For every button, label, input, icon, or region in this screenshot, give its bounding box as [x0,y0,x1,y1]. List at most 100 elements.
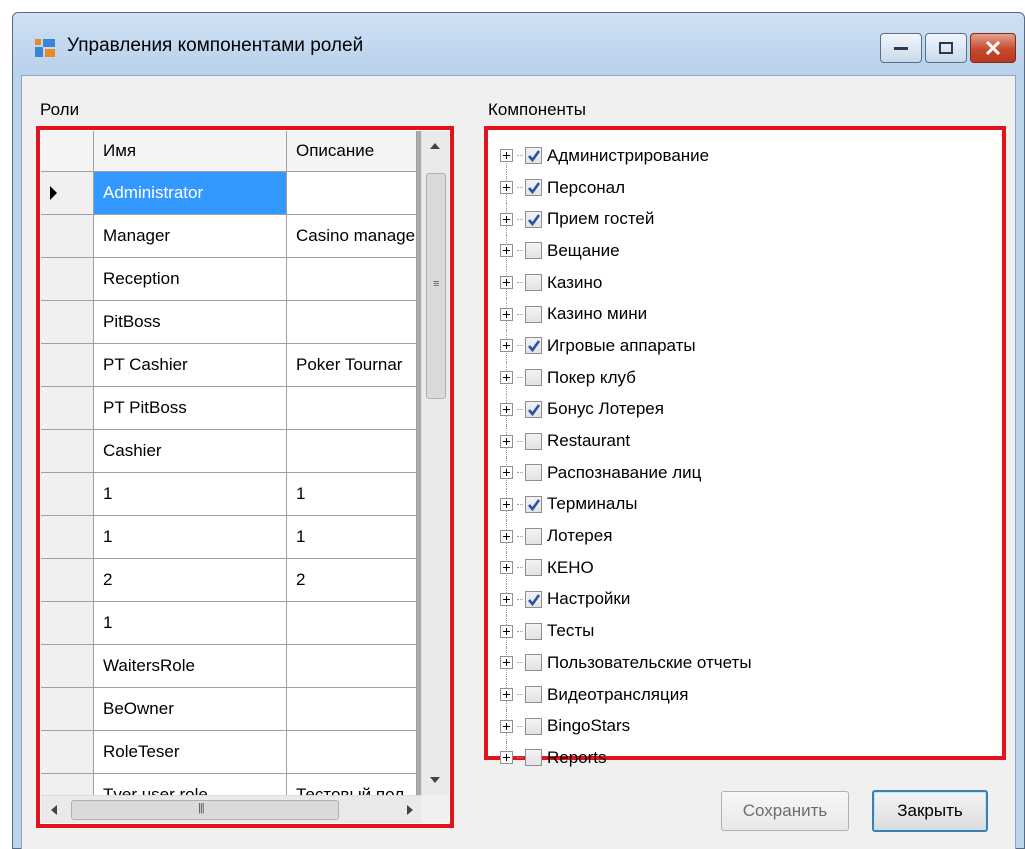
cell-role-description[interactable] [287,430,417,473]
component-checkbox[interactable] [525,274,542,292]
row-header[interactable] [41,645,94,688]
tree-item[interactable]: Настройки [500,583,752,616]
table-row[interactable]: PitBoss [41,301,417,344]
component-checkbox[interactable] [525,400,542,418]
tree-item[interactable]: Вещание [500,235,752,267]
row-header[interactable] [41,473,94,516]
roles-grid[interactable]: Имя Описание Administrator Manager Casino … [36,126,454,828]
component-checkbox[interactable] [525,590,542,608]
component-checkbox[interactable] [525,179,542,197]
grid-vertical-scrollbar[interactable]: ≡ [421,131,449,795]
table-row[interactable]: PT Cashier Poker Tournar [41,344,417,387]
expand-plus-icon[interactable] [500,529,513,543]
table-row[interactable]: Administrator [41,172,417,215]
cell-role-name[interactable]: 1 [94,602,287,645]
table-row[interactable]: 11 [41,516,417,559]
expand-plus-icon[interactable] [500,497,513,511]
save-button[interactable]: Сохранить [721,791,849,831]
cell-role-description[interactable]: Casino manage [287,215,417,258]
cell-role-name[interactable]: BeOwner [94,688,287,731]
maximize-button[interactable] [925,33,967,63]
expand-plus-icon[interactable] [500,751,513,765]
table-row[interactable]: Cashier [41,430,417,473]
column-header-name[interactable]: Имя [94,131,287,172]
cell-role-name[interactable]: 2 [94,559,287,602]
expand-plus-icon[interactable] [500,624,513,638]
cell-role-name[interactable]: WaitersRole [94,645,287,688]
tree-item[interactable]: Терминалы [500,488,752,521]
expand-plus-icon[interactable] [500,561,513,575]
component-checkbox[interactable] [525,432,542,450]
row-header[interactable] [41,215,94,258]
component-checkbox[interactable] [525,147,542,165]
cell-role-description[interactable] [287,645,417,688]
expand-plus-icon[interactable] [500,466,513,480]
cell-role-description[interactable]: 1 [287,473,417,516]
row-header[interactable] [41,258,94,301]
tree-item[interactable]: Тесты [500,615,752,647]
cell-role-description[interactable] [287,688,417,731]
cell-role-name[interactable]: Cashier [94,430,287,473]
cell-role-name[interactable]: PT Cashier [94,344,287,387]
scroll-right-arrow-icon[interactable] [407,805,413,815]
component-checkbox[interactable] [525,527,542,545]
table-row[interactable]: RoleTeser [41,731,417,774]
component-checkbox[interactable] [525,337,542,355]
tree-item[interactable]: Казино [500,266,752,299]
tree-item[interactable]: Распознавание лиц [500,456,752,489]
minimize-button[interactable] [880,33,922,63]
horizontal-scroll-thumb[interactable]: ||| [71,800,339,820]
tree-item[interactable]: Прием гостей [500,203,752,236]
expand-plus-icon[interactable] [500,656,513,670]
cell-role-description[interactable]: 1 [287,516,417,559]
tree-item[interactable]: BingoStars [500,710,752,743]
cell-role-description[interactable]: Poker Tournar [287,344,417,387]
cell-role-description[interactable] [287,258,417,301]
tree-item[interactable]: Restaurant [500,425,752,457]
tree-item[interactable]: Казино мини [500,298,752,331]
row-header[interactable] [41,688,94,731]
expand-plus-icon[interactable] [500,149,513,163]
table-row[interactable]: PT PitBoss [41,387,417,430]
row-header[interactable] [41,602,94,645]
cell-role-name[interactable]: RoleTeser [94,731,287,774]
table-row[interactable]: WaitersRole [41,645,417,688]
table-row[interactable]: Reception [41,258,417,301]
components-tree[interactable]: Администрирование Персонал Прием гостей Вещ… [484,126,1006,767]
component-checkbox[interactable] [525,622,542,640]
grid-corner-header[interactable] [41,131,94,172]
cell-role-name[interactable]: 1 [94,473,287,516]
component-checkbox[interactable] [525,686,542,704]
tree-item[interactable]: Видеотрансляция [500,678,752,711]
cell-role-name[interactable]: Reception [94,258,287,301]
scroll-left-arrow-icon[interactable] [51,805,57,815]
row-header[interactable] [41,559,94,602]
component-checkbox[interactable] [525,464,542,482]
expand-plus-icon[interactable] [500,719,513,733]
cell-role-description[interactable] [287,172,417,215]
column-header-description[interactable]: Описание [287,131,417,172]
component-checkbox[interactable] [525,717,542,735]
scroll-down-arrow-icon[interactable] [430,777,440,783]
cell-role-description[interactable] [287,301,417,344]
component-checkbox[interactable] [525,210,542,228]
tree-item[interactable]: Пользовательские отчеты [500,647,752,679]
expand-plus-icon[interactable] [500,244,513,258]
cell-role-name[interactable]: PT PitBoss [94,387,287,430]
row-header[interactable] [41,516,94,559]
expand-plus-icon[interactable] [500,212,513,226]
tree-item[interactable]: Reports [500,742,752,774]
component-checkbox[interactable] [525,559,542,577]
close-window-button[interactable] [970,33,1016,63]
expand-plus-icon[interactable] [500,402,513,416]
tree-item[interactable]: Лотерея [500,520,752,552]
expand-plus-icon[interactable] [500,181,513,195]
expand-plus-icon[interactable] [500,339,513,353]
component-checkbox[interactable] [525,242,542,260]
row-header[interactable] [41,430,94,473]
cell-role-description[interactable] [287,387,417,430]
expand-plus-icon[interactable] [500,276,513,290]
tree-item[interactable]: Администрирование [500,140,752,172]
expand-plus-icon[interactable] [500,371,513,385]
component-checkbox[interactable] [525,369,542,387]
